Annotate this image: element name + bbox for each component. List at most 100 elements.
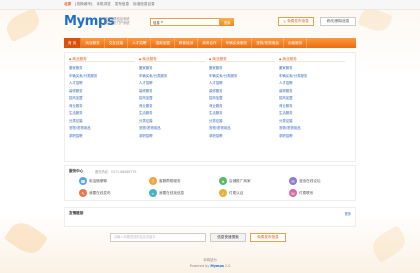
category-link[interactable]: 分类征婚 bbox=[69, 118, 135, 126]
service-item[interactable]: ☏ 付费联系 bbox=[289, 189, 313, 197]
current-city[interactable]: 北京 bbox=[64, 2, 71, 7]
category-link[interactable]: 分类征婚 bbox=[139, 118, 205, 126]
search-input[interactable]: 信息 ▼ bbox=[150, 18, 220, 26]
service-item[interactable]: ⌕ 我要在线找信息 bbox=[149, 189, 184, 197]
mail-icon: ✉ bbox=[289, 177, 297, 185]
category-title-label: 商业服务 bbox=[282, 56, 297, 61]
category-link[interactable]: 招商加盟 bbox=[139, 95, 205, 103]
category-link[interactable]: 宠物/宠物用品 bbox=[69, 125, 135, 133]
contact-icon: ☏ bbox=[289, 189, 297, 197]
nav-item[interactable]: 宠物/宠物用品 bbox=[252, 38, 284, 48]
category-link[interactable]: 宠物/宠物用品 bbox=[139, 125, 205, 133]
service-label: 漫谈在线论坛 bbox=[299, 178, 321, 183]
search-button[interactable]: 搜索 bbox=[220, 18, 234, 26]
category-link[interactable]: 生活服务 bbox=[209, 110, 275, 118]
category-title[interactable]: ◆ 商业服务 bbox=[139, 57, 205, 62]
service-label: 付费联系 bbox=[299, 190, 314, 195]
service-center: 服务中心 服务热线：0371-68088779 ☎ 电话随便聊 ? 客服帮助服务… bbox=[64, 165, 356, 201]
nav-item-home[interactable]: 首 页 bbox=[64, 38, 82, 48]
category-link[interactable]: 人才招聘 bbox=[139, 80, 205, 88]
bullet-icon: ◆ bbox=[279, 57, 282, 61]
service-item[interactable]: ✉ 漫谈在线论坛 bbox=[289, 177, 321, 185]
nav-item[interactable]: 车辆买卖服务 bbox=[222, 38, 253, 48]
bottom-post-button[interactable]: 免费发布信息 bbox=[250, 233, 286, 242]
category-link[interactable]: 车辆买卖/分类服务 bbox=[69, 73, 135, 81]
footer-brand-link[interactable]: Mymps bbox=[210, 264, 224, 268]
top-bar: 北京 [切换城市] 手机浏览 发布信息 标准信息目录 bbox=[0, 0, 420, 10]
search-category-select[interactable]: 信息 bbox=[153, 20, 160, 25]
site-tagline: 网站分类信息系统 网站地方门户系统 bbox=[104, 17, 144, 25]
category-link[interactable]: 宠物/宠物用品 bbox=[209, 125, 275, 133]
friend-links-title: 友情链接 bbox=[69, 211, 84, 215]
category-link[interactable]: 搬家服务 bbox=[139, 65, 205, 73]
category-link[interactable]: 分类征婚 bbox=[279, 118, 345, 126]
category-panel: ◆ 商业服务 搬家服务 车辆买卖/分类服务 人才招聘 装修服务 招商加盟 商业服务… bbox=[64, 52, 356, 162]
check-icon: ✓ bbox=[219, 189, 227, 197]
service-item[interactable]: ✎ 我要在线发布 bbox=[79, 189, 111, 197]
service-item[interactable]: ✓ 付费认证 bbox=[219, 189, 243, 197]
category-link[interactable]: 生活服务 bbox=[279, 110, 345, 118]
category-title[interactable]: ◆ 商业服务 bbox=[69, 57, 135, 62]
nav-item[interactable]: 教育培训 bbox=[175, 38, 199, 48]
category-link[interactable]: 人才招聘 bbox=[209, 80, 275, 88]
category-link[interactable]: 分类征婚 bbox=[209, 118, 275, 126]
help-icon: ? bbox=[149, 177, 157, 185]
category-link[interactable]: 生活服务 bbox=[139, 110, 205, 118]
category-link[interactable]: 人才招聘 bbox=[279, 80, 345, 88]
edit-delete-button[interactable]: 修改/删除信息 bbox=[320, 17, 356, 26]
category-link[interactable]: 招商加盟 bbox=[279, 95, 345, 103]
bottom-search-input[interactable]: 请输入你要查找的信息关键字 bbox=[110, 233, 206, 242]
service-item[interactable]: ☎ 电话随便聊 bbox=[79, 177, 107, 185]
category-link[interactable]: 商业服务 bbox=[209, 103, 275, 111]
category-link[interactable]: 装修服务 bbox=[69, 88, 135, 96]
category-link[interactable]: 装修服务 bbox=[279, 88, 345, 96]
nav-item[interactable]: 招商加盟 bbox=[151, 38, 175, 48]
category-link[interactable]: 车辆买卖/分类服务 bbox=[139, 73, 205, 81]
category-link[interactable]: 生活服务 bbox=[69, 110, 135, 118]
category-list: 搬家服务 车辆买卖/分类服务 人才招聘 装修服务 招商加盟 商业服务 生活服务 … bbox=[279, 65, 345, 140]
category-link[interactable]: 宠物/宠物用品 bbox=[279, 125, 345, 133]
nav-item[interactable]: 交友征婚 bbox=[105, 38, 129, 48]
category-link[interactable]: 装修服务 bbox=[209, 88, 275, 96]
category-link[interactable]: 车辆买卖/分类服务 bbox=[209, 73, 275, 81]
category-link[interactable]: 人才招聘 bbox=[69, 80, 135, 88]
topbar-link[interactable]: 手机浏览 bbox=[96, 2, 110, 7]
service-hotline: 服务热线：0371-68088779 bbox=[95, 170, 137, 174]
category-link[interactable]: 招商加盟 bbox=[69, 95, 135, 103]
category-link[interactable]: 商业服务 bbox=[69, 103, 135, 111]
category-link[interactable]: 商业服务 bbox=[279, 103, 345, 111]
nav-item[interactable]: 商务合作 bbox=[198, 38, 222, 48]
phone-icon: ☎ bbox=[79, 177, 87, 185]
category-link[interactable]: 求职招聘 bbox=[209, 133, 275, 141]
category-link[interactable]: 搬家服务 bbox=[69, 65, 135, 73]
category-link[interactable]: 搬家服务 bbox=[279, 65, 345, 73]
category-link[interactable]: 商业服务 bbox=[139, 103, 205, 111]
category-title[interactable]: ◆ 商业服务 bbox=[279, 57, 345, 62]
post-info-button[interactable]: ✎ 免费发布信息 bbox=[278, 17, 314, 26]
category-link[interactable]: 招商加盟 bbox=[209, 95, 275, 103]
friend-links-more[interactable]: 更多 bbox=[345, 211, 351, 216]
nav-item[interactable]: 商业服务 bbox=[81, 38, 105, 48]
topbar-link[interactable]: 发布信息 bbox=[115, 2, 129, 7]
service-label: 客服帮助服务 bbox=[159, 178, 181, 183]
category-link[interactable]: 车辆买卖/分类服务 bbox=[279, 73, 345, 81]
category-link[interactable]: 搬家服务 bbox=[209, 65, 275, 73]
category-title-label: 商业服务 bbox=[72, 56, 87, 61]
topbar-link[interactable]: [切换城市] bbox=[75, 2, 92, 7]
service-item[interactable]: ★ 店铺推广商家 bbox=[219, 177, 251, 185]
category-link[interactable]: 装修服务 bbox=[139, 88, 205, 96]
category-link[interactable]: 求职招聘 bbox=[279, 133, 345, 141]
service-item[interactable]: ? 客服帮助服务 bbox=[149, 177, 181, 185]
category-link[interactable]: 求职招聘 bbox=[139, 133, 205, 141]
decor-leaf bbox=[2, 7, 44, 43]
category-title[interactable]: ◆ 商业服务 bbox=[209, 57, 275, 62]
nav-item[interactable]: 人才招聘 bbox=[128, 38, 152, 48]
topbar-link[interactable]: 标准信息目录 bbox=[133, 2, 155, 7]
category-column: ◆ 商业服务 搬家服务 车辆买卖/分类服务 人才招聘 装修服务 招商加盟 商业服务… bbox=[279, 57, 345, 140]
bottom-search-button[interactable]: 信息快速搜索 bbox=[210, 233, 246, 242]
star-icon: ★ bbox=[219, 177, 227, 185]
service-center-title: 服务中心 bbox=[69, 169, 84, 173]
search-icon: ⌕ bbox=[149, 189, 157, 197]
category-link[interactable]: 求职招聘 bbox=[69, 133, 135, 141]
nav-item[interactable]: 出租服务 bbox=[284, 38, 308, 48]
